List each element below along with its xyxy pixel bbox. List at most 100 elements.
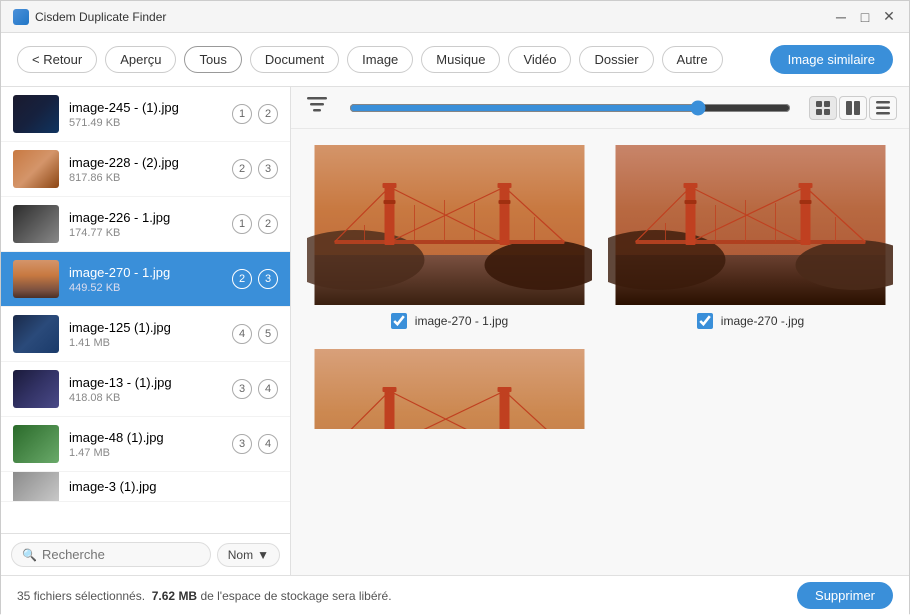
image-row: image-270 - 1.jpg bbox=[307, 145, 893, 329]
file-info: image-245 - (1).jpg 571.49 KB bbox=[69, 100, 232, 129]
view-list-button[interactable] bbox=[869, 96, 897, 120]
bridge-image-2 bbox=[608, 145, 893, 305]
image-preview bbox=[307, 349, 592, 429]
image-grid: image-270 - 1.jpg bbox=[291, 129, 909, 575]
close-button[interactable]: ✕ bbox=[881, 9, 897, 25]
file-list: image-245 - (1).jpg 571.49 KB 1 2 image-… bbox=[1, 87, 290, 533]
list-item[interactable]: image-125 (1).jpg 1.41 MB 4 5 bbox=[1, 307, 290, 362]
minimize-button[interactable]: ─ bbox=[833, 9, 849, 25]
tab-tous[interactable]: Tous bbox=[184, 46, 241, 73]
image-row-2 bbox=[307, 349, 893, 429]
delete-button[interactable]: Supprimer bbox=[797, 582, 893, 609]
view-split-button[interactable] bbox=[839, 96, 867, 120]
tab-dossier[interactable]: Dossier bbox=[579, 46, 653, 73]
file-badges: 3 4 bbox=[232, 434, 278, 454]
file-name: image-226 - 1.jpg bbox=[69, 210, 232, 225]
image-checkbox-1[interactable] bbox=[391, 313, 407, 329]
titlebar-controls: ─ □ ✕ bbox=[833, 9, 897, 25]
view-buttons bbox=[809, 96, 897, 120]
sort-button[interactable]: Nom ▼ bbox=[217, 543, 280, 567]
image-card bbox=[307, 349, 592, 429]
file-size: 449.52 KB bbox=[69, 282, 232, 294]
tab-autre[interactable]: Autre bbox=[662, 46, 723, 73]
list-item[interactable]: image-226 - 1.jpg 174.77 KB 1 2 bbox=[1, 197, 290, 252]
badge-2: 3 bbox=[258, 159, 278, 179]
file-name: image-3 (1).jpg bbox=[69, 479, 278, 494]
similarity-slider[interactable] bbox=[349, 100, 791, 116]
list-icon bbox=[876, 101, 890, 115]
right-toolbar bbox=[291, 87, 909, 129]
file-thumbnail bbox=[13, 370, 59, 408]
badge-2: 2 bbox=[258, 104, 278, 124]
status-size: 7.62 MB bbox=[152, 589, 197, 603]
maximize-button[interactable]: □ bbox=[857, 9, 873, 25]
list-item[interactable]: image-48 (1).jpg 1.47 MB 3 4 bbox=[1, 417, 290, 472]
file-badges: 3 4 bbox=[232, 379, 278, 399]
image-card: image-270 - 1.jpg bbox=[307, 145, 592, 329]
main-content: image-245 - (1).jpg 571.49 KB 1 2 image-… bbox=[1, 87, 909, 575]
sort-label: Nom bbox=[228, 548, 253, 562]
list-item[interactable]: image-270 - 1.jpg 449.52 KB 2 3 bbox=[1, 252, 290, 307]
filter-icon bbox=[307, 97, 327, 113]
file-badges: 2 3 bbox=[232, 269, 278, 289]
file-info: image-48 (1).jpg 1.47 MB bbox=[69, 430, 232, 459]
file-thumbnail bbox=[13, 150, 59, 188]
file-thumbnail bbox=[13, 205, 59, 243]
sort-chevron-icon: ▼ bbox=[257, 548, 269, 562]
bottom-bar: 35 fichiers sélectionnés. 7.62 MB de l'e… bbox=[1, 575, 909, 615]
view-grid-button[interactable] bbox=[809, 96, 837, 120]
file-size: 1.47 MB bbox=[69, 447, 232, 459]
filter-icon-button[interactable] bbox=[303, 95, 331, 120]
file-info: image-125 (1).jpg 1.41 MB bbox=[69, 320, 232, 349]
right-panel: image-270 - 1.jpg bbox=[291, 87, 909, 575]
status-prefix: 35 fichiers sélectionnés. bbox=[17, 589, 145, 603]
image-card-placeholder bbox=[608, 349, 893, 429]
search-input[interactable] bbox=[42, 547, 200, 562]
badge-2: 5 bbox=[258, 324, 278, 344]
image-card: image-270 -.jpg bbox=[608, 145, 893, 329]
file-size: 418.08 KB bbox=[69, 392, 232, 404]
image-filename-1: image-270 - 1.jpg bbox=[415, 314, 508, 328]
tab-image[interactable]: Image bbox=[347, 46, 413, 73]
file-name: image-48 (1).jpg bbox=[69, 430, 232, 445]
file-name: image-13 - (1).jpg bbox=[69, 375, 232, 390]
bridge-image-1 bbox=[307, 145, 592, 305]
tab-musique[interactable]: Musique bbox=[421, 46, 500, 73]
file-size: 174.77 KB bbox=[69, 227, 232, 239]
status-suffix: de l'espace de stockage sera libéré. bbox=[200, 589, 391, 603]
file-thumbnail bbox=[13, 315, 59, 353]
back-button[interactable]: < Retour bbox=[17, 46, 97, 73]
badge-1: 1 bbox=[232, 214, 252, 234]
badge-2: 4 bbox=[258, 379, 278, 399]
file-badges: 1 2 bbox=[232, 104, 278, 124]
image-preview bbox=[608, 145, 893, 305]
list-item[interactable]: image-3 (1).jpg bbox=[1, 472, 290, 502]
list-item[interactable]: image-245 - (1).jpg 571.49 KB 1 2 bbox=[1, 87, 290, 142]
list-item[interactable]: image-13 - (1).jpg 418.08 KB 3 4 bbox=[1, 362, 290, 417]
badge-1: 1 bbox=[232, 104, 252, 124]
badge-2: 4 bbox=[258, 434, 278, 454]
titlebar: Cisdem Duplicate Finder ─ □ ✕ bbox=[1, 1, 909, 33]
file-name: image-270 - 1.jpg bbox=[69, 265, 232, 280]
split-icon bbox=[846, 101, 860, 115]
list-item[interactable]: image-228 - (2).jpg 817.86 KB 2 3 bbox=[1, 142, 290, 197]
file-size: 1.41 MB bbox=[69, 337, 232, 349]
status-text: 35 fichiers sélectionnés. 7.62 MB de l'e… bbox=[17, 589, 789, 603]
badge-1: 2 bbox=[232, 159, 252, 179]
badge-1: 3 bbox=[232, 434, 252, 454]
tab-video[interactable]: Vidéo bbox=[508, 46, 571, 73]
image-preview bbox=[307, 145, 592, 305]
toolbar: < Retour Aperçu Tous Document Image Musi… bbox=[1, 33, 909, 87]
image-similaire-button[interactable]: Image similaire bbox=[770, 45, 893, 74]
tab-document[interactable]: Document bbox=[250, 46, 339, 73]
file-name: image-245 - (1).jpg bbox=[69, 100, 232, 115]
badge-2: 2 bbox=[258, 214, 278, 234]
file-badges: 1 2 bbox=[232, 214, 278, 234]
image-checkbox-2[interactable] bbox=[697, 313, 713, 329]
file-thumbnail bbox=[13, 425, 59, 463]
image-card-label: image-270 - 1.jpg bbox=[391, 313, 508, 329]
file-info: image-270 - 1.jpg 449.52 KB bbox=[69, 265, 232, 294]
badge-1: 3 bbox=[232, 379, 252, 399]
tab-apercu[interactable]: Aperçu bbox=[105, 46, 176, 73]
file-size: 571.49 KB bbox=[69, 117, 232, 129]
